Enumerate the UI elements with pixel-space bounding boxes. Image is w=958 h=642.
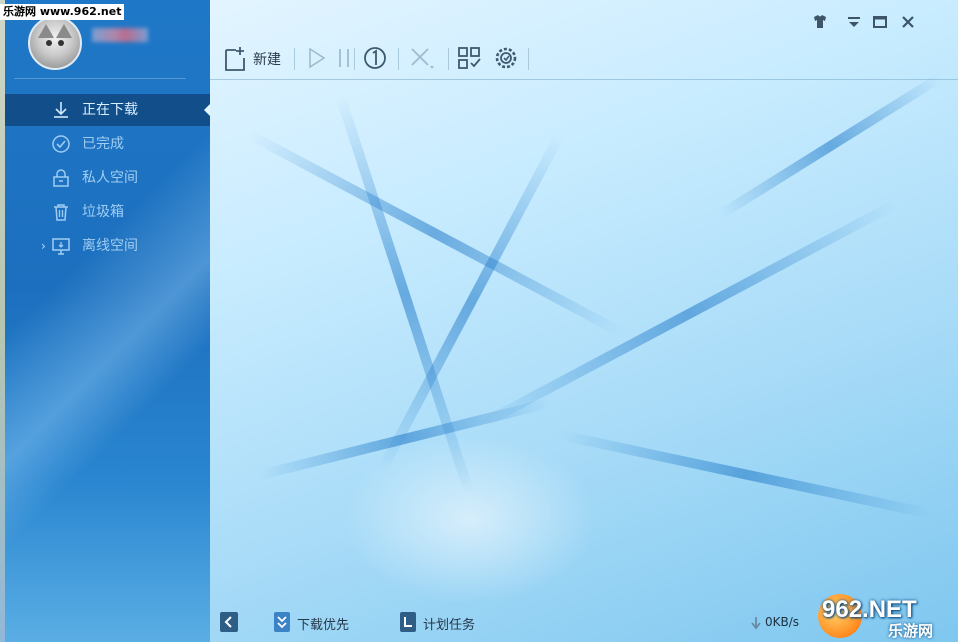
close-icon[interactable] — [896, 10, 920, 34]
window-controls — [808, 10, 948, 34]
sidebar-item-label: 正在下载 — [82, 102, 138, 118]
download-priority-icon[interactable] — [274, 612, 290, 632]
grid-view-icon[interactable] — [456, 44, 482, 72]
sidebar-divider — [14, 78, 186, 79]
sidebar-item-label: 私人空间 — [82, 170, 138, 186]
download-priority-label[interactable]: 下载优先 — [297, 614, 349, 633]
skin-shirt-icon[interactable] — [808, 10, 832, 34]
lock-icon — [53, 169, 69, 187]
sidebar-item-trash[interactable]: 垃圾箱 — [5, 196, 210, 228]
watermark-logo: 962.NET 乐游网 — [818, 590, 958, 642]
download-arrow-icon — [54, 102, 68, 118]
sidebar-item-label: 已完成 — [82, 136, 124, 152]
pause-icon[interactable] — [336, 44, 352, 72]
chevron-right-icon[interactable]: › — [41, 230, 46, 262]
play-icon[interactable] — [306, 44, 328, 72]
avatar[interactable] — [28, 16, 82, 70]
scheduled-task-icon[interactable] — [400, 612, 416, 632]
offline-monitor-icon — [52, 238, 70, 255]
check-circle-icon — [52, 135, 70, 153]
toolbar — [210, 36, 958, 80]
maximize-icon[interactable] — [868, 10, 892, 34]
collapse-sidebar-button[interactable] — [220, 612, 238, 632]
new-file-icon[interactable] — [222, 44, 246, 72]
sidebar-item-downloading[interactable]: 正在下载 — [5, 94, 210, 126]
scheduled-task-label[interactable]: 计划任务 — [423, 614, 475, 633]
one-task-icon[interactable] — [362, 44, 388, 72]
username-blurred[interactable] — [92, 28, 148, 42]
sidebar: 正在下载 已完成 私人空间 垃圾箱 › 离线空间 — [0, 0, 210, 642]
menu-dropdown-icon[interactable] — [842, 10, 866, 34]
trash-icon — [54, 204, 68, 221]
delete-icon[interactable] — [408, 44, 436, 72]
new-task-label[interactable]: 新建 — [253, 49, 281, 69]
sidebar-item-offline-space[interactable]: › 离线空间 — [5, 230, 210, 262]
sidebar-item-label: 离线空间 — [82, 238, 138, 254]
watermark-site-text: 乐游网 www.962.net — [0, 4, 125, 20]
download-speed: 0KB/s — [765, 615, 800, 629]
sidebar-item-private-space[interactable]: 私人空间 — [5, 162, 210, 194]
sidebar-item-label: 垃圾箱 — [82, 204, 124, 220]
settings-gear-icon[interactable] — [492, 44, 520, 72]
sidebar-item-completed[interactable]: 已完成 — [5, 128, 210, 160]
download-speed-icon — [751, 617, 761, 630]
toolbar-divider — [210, 79, 958, 80]
